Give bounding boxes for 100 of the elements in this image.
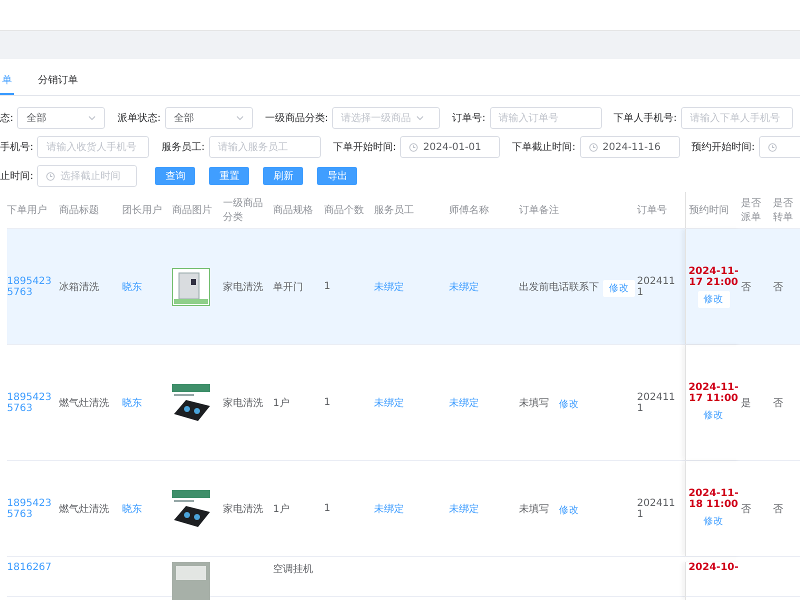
dispatched-cell-text: 是 (741, 396, 752, 410)
date-field[interactable]: 选择截止时间 (37, 165, 138, 187)
spec-cell-text: 1户 (273, 396, 290, 410)
transferred-cell-text: 否 (773, 280, 784, 294)
order-number: 2024111 (637, 276, 676, 298)
column-header: 订单号 (637, 204, 668, 217)
count-cell-text: 1 (324, 503, 332, 514)
dropdown-field[interactable]: 全部 (17, 107, 106, 129)
count-cell-text: 1 (324, 397, 332, 408)
input-field[interactable]: 请输入订单号 (490, 107, 602, 129)
column-header: 订单备注 (519, 204, 560, 217)
appointment-time: 2024-10- (688, 562, 739, 573)
order-number: 2024111 (637, 392, 676, 414)
action-button[interactable]: 刷新 (263, 167, 304, 185)
action-button[interactable]: 导出 (317, 167, 358, 185)
column-header: 服务员工 (374, 204, 415, 217)
clock-icon (46, 172, 56, 180)
filter-label: 服务员工: (161, 141, 205, 154)
edit-button[interactable]: 修改 (698, 290, 730, 308)
category-cell-text: 家电清洗 (223, 502, 264, 516)
input-field[interactable]: 请输入服务员工 (208, 136, 321, 158)
column-header: 一级商品分类 (223, 196, 264, 224)
clock-icon (768, 142, 777, 152)
filter-label: 手机号: (0, 140, 34, 154)
remark-cell-text: 出发前电话联系下 (519, 280, 599, 294)
appointment-time: 2024-11-17 21:00 (688, 266, 739, 288)
column-header: 是否派单 (741, 197, 762, 224)
appliance-photo (172, 562, 210, 600)
appointment-time: 2024-11-18 11:00 (688, 488, 739, 510)
product-title: 燃气灶清洗 (59, 502, 110, 516)
filter-label: 下单开始时间: (332, 140, 396, 154)
filter-label: 预约开始时间: (692, 140, 755, 154)
date-field[interactable]: 2024-01-01 (400, 136, 500, 158)
date-field[interactable]: 2024-11-16 (580, 136, 680, 158)
dropdown-field[interactable]: 全部 (164, 107, 253, 129)
dispatched-cell-text: 否 (741, 280, 752, 294)
user-phone-link[interactable]: 18954235763 (7, 498, 59, 520)
filter-label: 一级商品分类: (264, 112, 328, 125)
column-header: 商品个数 (324, 204, 365, 217)
spec-cell-text: 单开门 (273, 280, 304, 294)
column-header: 商品标题 (59, 204, 100, 217)
edit-button[interactable]: 修改 (698, 406, 730, 424)
stove-photo (172, 384, 210, 422)
leader-link[interactable]: 晓东 (122, 280, 172, 294)
tab[interactable]: 分销订单 (36, 67, 80, 95)
staff-link[interactable]: 未绑定 (374, 280, 449, 294)
count-cell-text: 1 (324, 281, 332, 292)
action-button[interactable]: 查询 (155, 167, 196, 185)
staff-link[interactable]: 未绑定 (374, 396, 449, 410)
fridge-photo (172, 268, 210, 306)
staff-link[interactable]: 未绑定 (374, 502, 449, 516)
product-title: 燃气灶清洗 (59, 396, 110, 410)
remark-cell-text: 未填写 (519, 396, 549, 410)
appointment-time: 2024-11-17 11:00 (688, 382, 739, 404)
filter-label: 下单截止时间: (512, 140, 576, 154)
leader-link[interactable]: 晓东 (122, 502, 172, 516)
edit-button[interactable]: 修改 (553, 396, 585, 412)
input-field[interactable]: 请输入下单人手机号 (680, 107, 793, 129)
dropdown-field[interactable]: 请选择一级商品 (332, 107, 440, 129)
input-field[interactable]: 请输入收货人手机号 (37, 136, 150, 158)
spec-cell-text: 空调挂机 (273, 562, 314, 576)
spec-cell-text: 1户 (273, 502, 290, 516)
column-header: 下单用户 (7, 204, 48, 217)
filter-label: 态: (0, 112, 14, 125)
master-link[interactable]: 未绑定 (449, 502, 519, 516)
tab[interactable]: 单 (0, 67, 14, 95)
filter-label: 派单状态: (117, 112, 161, 125)
order-number: 2024111 (637, 498, 676, 520)
transferred-cell-text: 否 (773, 502, 784, 516)
edit-button[interactable]: 修改 (698, 512, 730, 530)
edit-button[interactable]: 修改 (553, 502, 585, 518)
column-header: 预约时间 (685, 192, 741, 228)
user-phone-link[interactable]: 18954235763 (7, 276, 59, 298)
transferred-cell-text: 否 (773, 396, 784, 410)
master-link[interactable]: 未绑定 (449, 396, 519, 410)
filter-label: 止时间: (0, 170, 34, 183)
column-header: 团长用户 (122, 204, 163, 217)
user-phone-link[interactable]: 18954235763 (7, 392, 59, 414)
chevron-down-icon (416, 114, 424, 122)
product-title: 冰箱清洗 (59, 280, 100, 294)
dispatched-cell-text: 否 (741, 502, 752, 516)
chevron-down-icon (236, 114, 244, 122)
chevron-down-icon (88, 114, 96, 122)
filter-label: 下单人手机号: (614, 112, 677, 125)
column-header: 是否转单 (773, 197, 794, 224)
filter-label: 订单号: (452, 112, 486, 125)
master-link[interactable]: 未绑定 (449, 280, 519, 294)
leader-link[interactable]: 晓东 (122, 396, 172, 410)
column-header: 商品规格 (273, 204, 314, 217)
edit-button[interactable]: 修改 (603, 280, 635, 296)
category-cell-text: 家电清洗 (223, 280, 264, 294)
category-cell-text: 家电清洗 (223, 396, 264, 410)
remark-cell-text: 未填写 (519, 502, 549, 516)
column-header: 商品图片 (172, 204, 213, 217)
user-phone-link[interactable]: 1816267 (7, 562, 59, 573)
clock-icon (588, 142, 598, 152)
action-button[interactable]: 重置 (209, 167, 250, 185)
clock-icon (409, 142, 418, 152)
table-row[interactable]: 1816267 空调挂机 2024-10- (7, 557, 800, 597)
column-header: 师傅名称 (449, 204, 490, 217)
